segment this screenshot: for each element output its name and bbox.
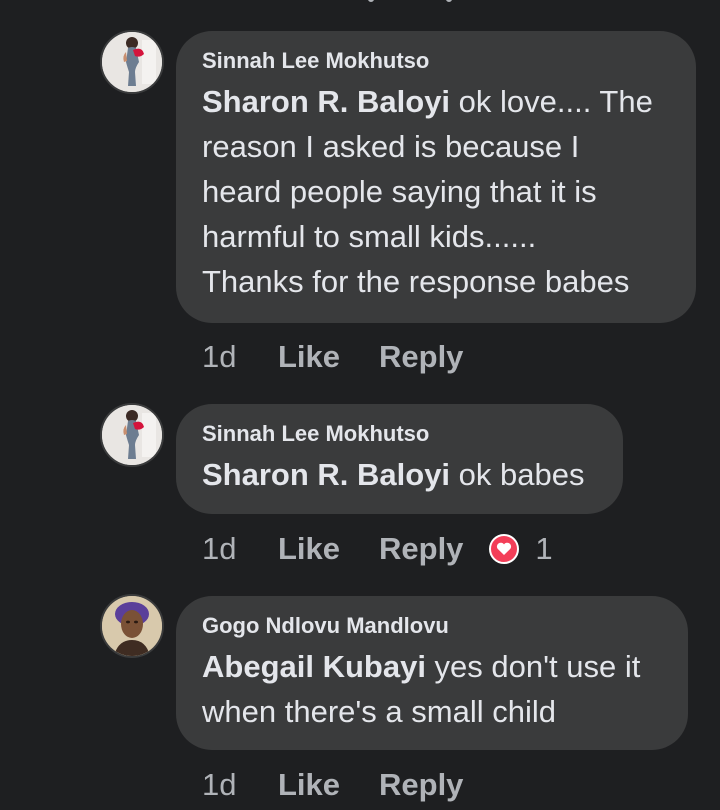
comment-actions: 1d Like Reply 1 (202, 529, 553, 569)
comment-line: yes don't use it (425, 649, 641, 684)
comment-line: reason I asked is because I (202, 129, 580, 164)
timestamp[interactable]: 1d (202, 767, 278, 803)
avatar[interactable] (100, 403, 164, 467)
like-button[interactable]: Like (278, 767, 379, 803)
comment-line: ok babes (450, 457, 585, 492)
comment-text: Sharon R. Baloyi ok babes (202, 452, 595, 497)
comment-bubble[interactable]: Gogo Ndlovu Mandlovu Abegail Kubayi yes … (176, 596, 688, 750)
reply-button[interactable]: Reply (379, 531, 463, 567)
person-photo-icon (102, 596, 162, 656)
comment-actions: 1d Like Reply (202, 765, 463, 805)
like-button[interactable]: Like (278, 339, 379, 375)
comment-thread: Sinnah Lee Mokhutso Sharon R. Baloyi ok … (0, 0, 720, 810)
mention-link[interactable]: Sharon R. Baloyi (202, 457, 450, 492)
comment-bubble[interactable]: Sinnah Lee Mokhutso Sharon R. Baloyi ok … (176, 31, 696, 323)
reply-button[interactable]: Reply (379, 767, 463, 803)
timestamp[interactable]: 1d (202, 339, 278, 375)
reaction-summary[interactable]: 1 (489, 531, 553, 567)
previous-comment-remnant (0, 0, 720, 4)
comment-line: ok love.... The (450, 84, 653, 119)
comment-text: Sharon R. Baloyi ok love.... The reason … (202, 79, 668, 304)
cut-off-glyph (368, 0, 374, 2)
timestamp[interactable]: 1d (202, 531, 278, 567)
person-photo-icon (102, 32, 162, 92)
comment-line: Thanks for the response babes (202, 264, 630, 299)
cut-off-glyph (446, 0, 452, 2)
mention-link[interactable]: Sharon R. Baloyi (202, 84, 450, 119)
reaction-count: 1 (535, 531, 553, 566)
mention-link[interactable]: Abegail Kubayi (202, 649, 426, 684)
love-heart-icon (489, 534, 520, 564)
comment-text: Abegail Kubayi yes don't use it when the… (202, 644, 660, 734)
avatar[interactable] (100, 594, 164, 658)
avatar[interactable] (100, 30, 164, 94)
comment-line: harmful to small kids...... (202, 219, 537, 254)
comment-bubble[interactable]: Sinnah Lee Mokhutso Sharon R. Baloyi ok … (176, 404, 623, 514)
comment-actions: 1d Like Reply (202, 337, 463, 377)
like-button[interactable]: Like (278, 531, 379, 567)
reply-button[interactable]: Reply (379, 339, 463, 375)
comment-author[interactable]: Sinnah Lee Mokhutso (202, 47, 668, 75)
comment-author[interactable]: Sinnah Lee Mokhutso (202, 420, 595, 448)
person-photo-icon (102, 405, 162, 465)
comment-line: when there's a small child (202, 694, 556, 729)
comment-author[interactable]: Gogo Ndlovu Mandlovu (202, 612, 660, 640)
comment-line: heard people saying that it is (202, 174, 597, 209)
